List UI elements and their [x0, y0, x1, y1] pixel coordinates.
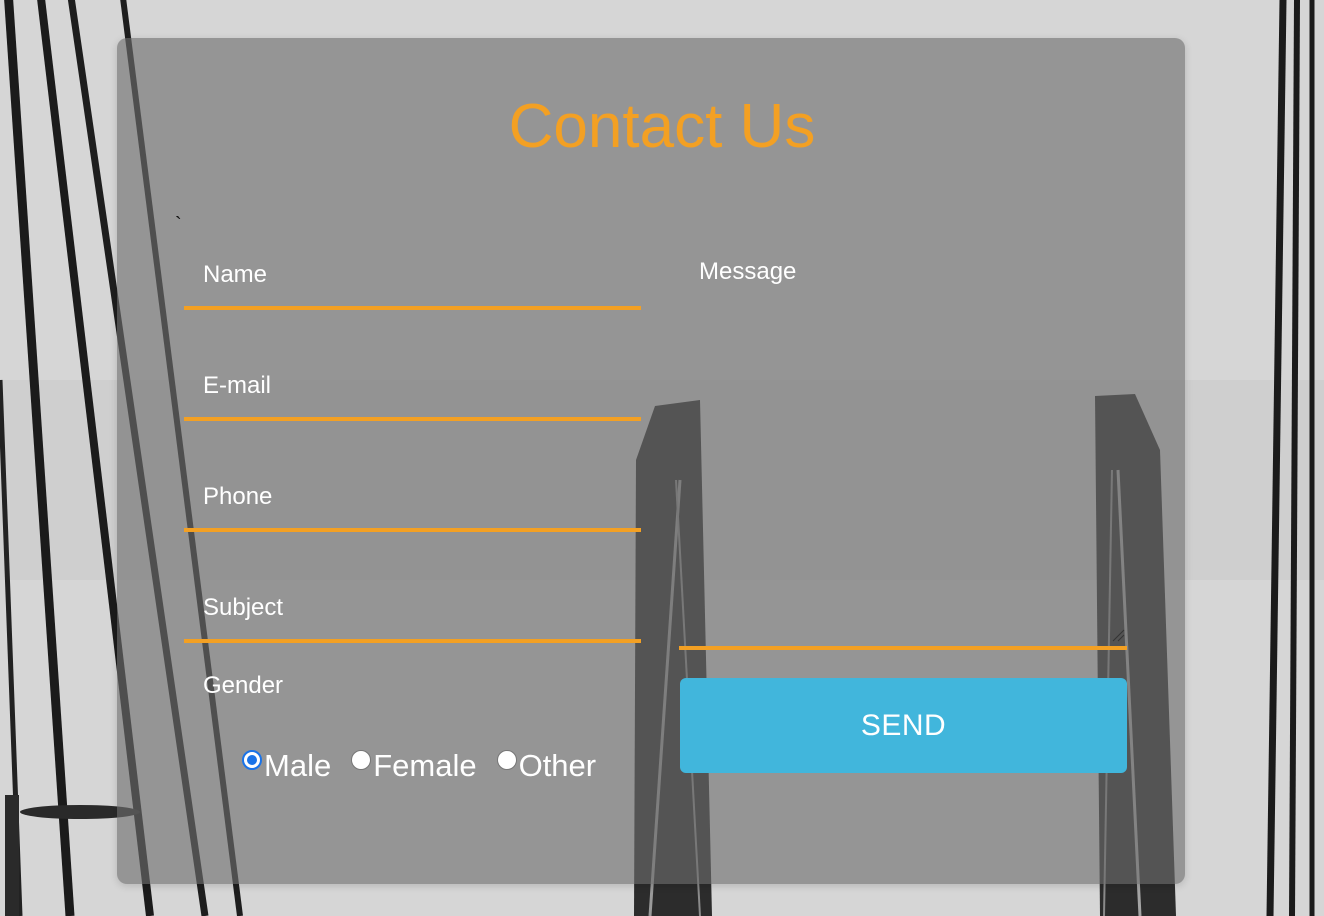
gender-option-male[interactable]: Male: [242, 748, 331, 784]
email-input[interactable]: [184, 355, 641, 417]
radio-label-male: Male: [264, 748, 332, 783]
phone-input[interactable]: [184, 466, 641, 528]
name-input[interactable]: [184, 244, 641, 306]
radio-button-female[interactable]: [351, 750, 372, 770]
message-field: [679, 246, 1127, 650]
radio-label-female: Female: [373, 748, 477, 783]
subject-field: [184, 577, 641, 643]
gender-label: Gender: [203, 672, 284, 699]
stray-character: `: [175, 214, 182, 236]
resize-grip-icon[interactable]: [1111, 628, 1125, 642]
gender-radio-group: Male Female Other: [242, 748, 616, 788]
send-button[interactable]: SEND: [680, 678, 1127, 773]
name-field: [184, 244, 641, 310]
page-title: Contact Us: [508, 92, 816, 161]
email-field: [184, 355, 641, 421]
radio-button-other[interactable]: [496, 750, 517, 770]
phone-field: [184, 466, 641, 532]
message-textarea[interactable]: [679, 246, 1127, 646]
radio-label-other: Other: [518, 748, 597, 783]
gender-option-other[interactable]: Other: [496, 748, 597, 784]
radio-button-male[interactable]: [242, 750, 262, 770]
gender-option-female[interactable]: Female: [351, 748, 477, 784]
subject-input[interactable]: [184, 577, 641, 639]
